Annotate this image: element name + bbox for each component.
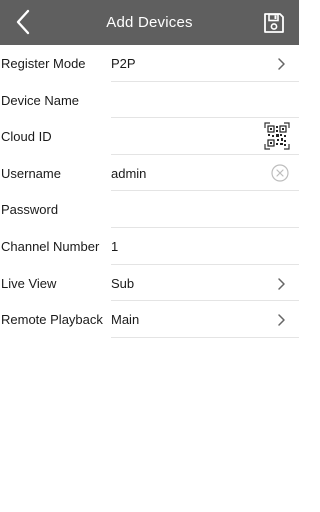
password-row: Password (0, 191, 299, 228)
floppy-disk-icon (264, 13, 284, 33)
channel-number-label: Channel Number (1, 238, 100, 254)
qr-code-icon[interactable] (264, 122, 290, 150)
username-row: Username admin (0, 155, 299, 192)
page-title: Add Devices (106, 14, 193, 31)
password-label: Password (1, 202, 59, 218)
register-mode-row[interactable]: Register Mode P2P (0, 45, 299, 82)
back-button[interactable] (12, 9, 36, 35)
chevron-right-icon (278, 314, 285, 326)
device-name-row: Device Name (0, 82, 299, 119)
remote-playback-value: Main (111, 312, 140, 328)
save-button[interactable] (263, 12, 285, 34)
password-input[interactable] (108, 193, 269, 226)
divider (111, 336, 299, 338)
cloud-id-input[interactable] (108, 120, 269, 153)
chevron-right-icon (278, 58, 285, 70)
live-view-row[interactable]: Live View Sub (0, 265, 299, 302)
register-mode-value: P2P (111, 56, 136, 71)
add-device-form: Register Mode P2P Device Name Cloud ID U… (0, 45, 299, 338)
header-bar: Add Devices (0, 0, 299, 45)
username-input[interactable] (108, 157, 269, 190)
live-view-value: Sub (111, 275, 135, 291)
channel-number-row: Channel Number 1 (0, 228, 299, 265)
cloud-id-label: Cloud ID (1, 129, 52, 145)
device-name-input[interactable] (108, 84, 269, 117)
remote-playback-row[interactable]: Remote Playback Main (0, 301, 299, 338)
chevron-left-icon (16, 9, 30, 35)
clear-icon[interactable] (271, 164, 289, 182)
register-mode-label: Register Mode (1, 56, 86, 71)
live-view-label: Live View (1, 275, 57, 291)
cloud-id-row: Cloud ID (0, 118, 299, 155)
remote-playback-label: Remote Playback (1, 312, 103, 328)
username-label: Username (1, 165, 61, 181)
channel-number-input[interactable] (108, 230, 269, 263)
device-name-label: Device Name (1, 92, 80, 108)
chevron-right-icon (278, 277, 285, 290)
